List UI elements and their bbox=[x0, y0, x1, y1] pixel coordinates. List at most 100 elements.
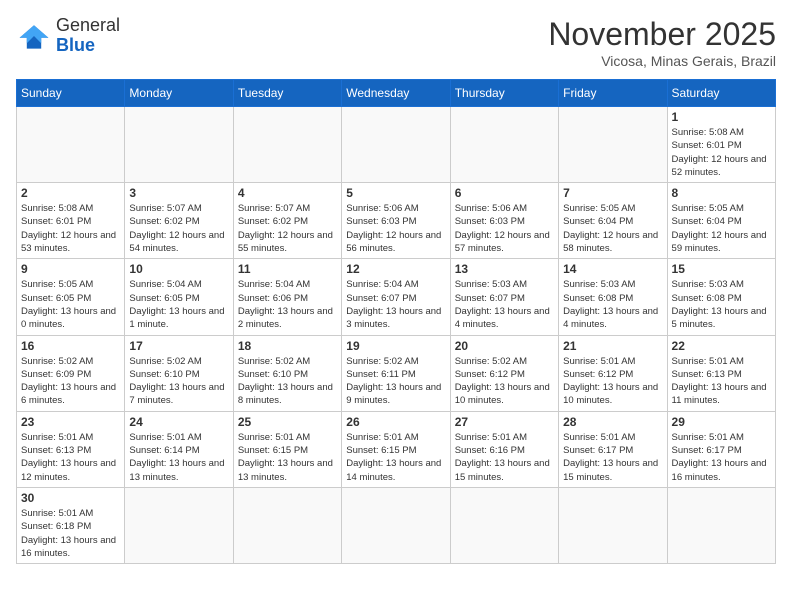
weekday-header-tuesday: Tuesday bbox=[233, 80, 341, 107]
calendar-cell: 14 Sunrise: 5:03 AM Sunset: 6:08 PM Dayli… bbox=[559, 259, 667, 335]
logo-text: General Blue bbox=[56, 16, 120, 56]
day-info: Sunrise: 5:02 AM Sunset: 6:12 PM Dayligh… bbox=[455, 355, 554, 408]
month-title: November 2025 bbox=[548, 16, 776, 53]
day-number: 15 bbox=[672, 262, 771, 276]
day-number: 18 bbox=[238, 339, 337, 353]
calendar-cell bbox=[559, 487, 667, 563]
day-info: Sunrise: 5:06 AM Sunset: 6:03 PM Dayligh… bbox=[455, 202, 554, 255]
day-info: Sunrise: 5:05 AM Sunset: 6:04 PM Dayligh… bbox=[563, 202, 662, 255]
weekday-header-monday: Monday bbox=[125, 80, 233, 107]
calendar-cell: 20 Sunrise: 5:02 AM Sunset: 6:12 PM Dayli… bbox=[450, 335, 558, 411]
day-number: 20 bbox=[455, 339, 554, 353]
calendar-cell bbox=[342, 487, 450, 563]
logo-icon bbox=[16, 18, 52, 54]
day-number: 25 bbox=[238, 415, 337, 429]
day-info: Sunrise: 5:03 AM Sunset: 6:08 PM Dayligh… bbox=[563, 278, 662, 331]
calendar-cell: 9 Sunrise: 5:05 AM Sunset: 6:05 PM Daylig… bbox=[17, 259, 125, 335]
calendar-cell: 29Sunrise: 5:01 AM Sunset: 6:17 PM Dayli… bbox=[667, 411, 775, 487]
title-block: November 2025 Vicosa, Minas Gerais, Braz… bbox=[548, 16, 776, 69]
day-number: 17 bbox=[129, 339, 228, 353]
day-number: 6 bbox=[455, 186, 554, 200]
calendar-cell: 3 Sunrise: 5:07 AM Sunset: 6:02 PM Daylig… bbox=[125, 183, 233, 259]
day-number: 3 bbox=[129, 186, 228, 200]
calendar-cell bbox=[125, 107, 233, 183]
day-info: Sunrise: 5:08 AM Sunset: 6:01 PM Dayligh… bbox=[21, 202, 120, 255]
day-number: 21 bbox=[563, 339, 662, 353]
calendar-week-6: 30 Sunrise: 5:01 AM Sunset: 6:18 PM Dayli… bbox=[17, 487, 776, 563]
calendar-cell bbox=[342, 107, 450, 183]
calendar-week-5: 23Sunrise: 5:01 AM Sunset: 6:13 PM Dayli… bbox=[17, 411, 776, 487]
weekday-header-friday: Friday bbox=[559, 80, 667, 107]
day-number: 19 bbox=[346, 339, 445, 353]
day-info: Sunrise: 5:01 AM Sunset: 6:15 PM Dayligh… bbox=[238, 431, 337, 484]
day-number: 14 bbox=[563, 262, 662, 276]
calendar-cell bbox=[450, 487, 558, 563]
calendar-cell bbox=[17, 107, 125, 183]
day-number: 30 bbox=[21, 491, 120, 505]
day-number: 10 bbox=[129, 262, 228, 276]
day-info: Sunrise: 5:01 AM Sunset: 6:12 PM Dayligh… bbox=[563, 355, 662, 408]
calendar-cell: 1Sunrise: 5:08 AM Sunset: 6:01 PM Daylig… bbox=[667, 107, 775, 183]
weekday-header-sunday: Sunday bbox=[17, 80, 125, 107]
day-number: 4 bbox=[238, 186, 337, 200]
calendar-cell bbox=[667, 487, 775, 563]
day-number: 5 bbox=[346, 186, 445, 200]
calendar-week-2: 2 Sunrise: 5:08 AM Sunset: 6:01 PM Daylig… bbox=[17, 183, 776, 259]
calendar-cell: 12 Sunrise: 5:04 AM Sunset: 6:07 PM Dayli… bbox=[342, 259, 450, 335]
logo-general: General bbox=[56, 16, 120, 36]
calendar-cell: 22Sunrise: 5:01 AM Sunset: 6:13 PM Dayli… bbox=[667, 335, 775, 411]
day-info: Sunrise: 5:04 AM Sunset: 6:07 PM Dayligh… bbox=[346, 278, 445, 331]
day-number: 12 bbox=[346, 262, 445, 276]
day-number: 26 bbox=[346, 415, 445, 429]
day-number: 28 bbox=[563, 415, 662, 429]
weekday-header-wednesday: Wednesday bbox=[342, 80, 450, 107]
day-info: Sunrise: 5:03 AM Sunset: 6:08 PM Dayligh… bbox=[672, 278, 771, 331]
day-number: 27 bbox=[455, 415, 554, 429]
day-info: Sunrise: 5:02 AM Sunset: 6:10 PM Dayligh… bbox=[129, 355, 228, 408]
day-info: Sunrise: 5:07 AM Sunset: 6:02 PM Dayligh… bbox=[129, 202, 228, 255]
day-number: 16 bbox=[21, 339, 120, 353]
day-info: Sunrise: 5:01 AM Sunset: 6:18 PM Dayligh… bbox=[21, 507, 120, 560]
day-info: Sunrise: 5:01 AM Sunset: 6:14 PM Dayligh… bbox=[129, 431, 228, 484]
calendar-cell: 25 Sunrise: 5:01 AM Sunset: 6:15 PM Dayli… bbox=[233, 411, 341, 487]
calendar-cell: 23Sunrise: 5:01 AM Sunset: 6:13 PM Dayli… bbox=[17, 411, 125, 487]
day-info: Sunrise: 5:02 AM Sunset: 6:09 PM Dayligh… bbox=[21, 355, 120, 408]
day-info: Sunrise: 5:02 AM Sunset: 6:11 PM Dayligh… bbox=[346, 355, 445, 408]
calendar-cell: 15 Sunrise: 5:03 AM Sunset: 6:08 PM Dayli… bbox=[667, 259, 775, 335]
page-header: General Blue November 2025 Vicosa, Minas… bbox=[16, 16, 776, 69]
logo-blue: Blue bbox=[56, 36, 120, 56]
calendar-cell: 7 Sunrise: 5:05 AM Sunset: 6:04 PM Daylig… bbox=[559, 183, 667, 259]
calendar-cell: 16 Sunrise: 5:02 AM Sunset: 6:09 PM Dayli… bbox=[17, 335, 125, 411]
location: Vicosa, Minas Gerais, Brazil bbox=[548, 53, 776, 69]
day-number: 7 bbox=[563, 186, 662, 200]
day-info: Sunrise: 5:05 AM Sunset: 6:04 PM Dayligh… bbox=[672, 202, 771, 255]
calendar-cell: 4 Sunrise: 5:07 AM Sunset: 6:02 PM Daylig… bbox=[233, 183, 341, 259]
logo: General Blue bbox=[16, 16, 120, 56]
day-info: Sunrise: 5:01 AM Sunset: 6:16 PM Dayligh… bbox=[455, 431, 554, 484]
day-number: 9 bbox=[21, 262, 120, 276]
day-number: 22 bbox=[672, 339, 771, 353]
day-info: Sunrise: 5:05 AM Sunset: 6:05 PM Dayligh… bbox=[21, 278, 120, 331]
day-info: Sunrise: 5:07 AM Sunset: 6:02 PM Dayligh… bbox=[238, 202, 337, 255]
calendar-cell bbox=[125, 487, 233, 563]
calendar-week-1: 1Sunrise: 5:08 AM Sunset: 6:01 PM Daylig… bbox=[17, 107, 776, 183]
calendar-cell: 19 Sunrise: 5:02 AM Sunset: 6:11 PM Dayli… bbox=[342, 335, 450, 411]
day-number: 13 bbox=[455, 262, 554, 276]
day-info: Sunrise: 5:02 AM Sunset: 6:10 PM Dayligh… bbox=[238, 355, 337, 408]
calendar-cell: 8 Sunrise: 5:05 AM Sunset: 6:04 PM Daylig… bbox=[667, 183, 775, 259]
calendar-cell bbox=[233, 487, 341, 563]
day-info: Sunrise: 5:04 AM Sunset: 6:06 PM Dayligh… bbox=[238, 278, 337, 331]
weekday-header-row: SundayMondayTuesdayWednesdayThursdayFrid… bbox=[17, 80, 776, 107]
calendar-table: SundayMondayTuesdayWednesdayThursdayFrid… bbox=[16, 79, 776, 564]
calendar-cell bbox=[559, 107, 667, 183]
weekday-header-thursday: Thursday bbox=[450, 80, 558, 107]
calendar-cell bbox=[450, 107, 558, 183]
calendar-cell bbox=[233, 107, 341, 183]
calendar-cell: 13Sunrise: 5:03 AM Sunset: 6:07 PM Dayli… bbox=[450, 259, 558, 335]
calendar-week-3: 9 Sunrise: 5:05 AM Sunset: 6:05 PM Daylig… bbox=[17, 259, 776, 335]
calendar-cell: 26Sunrise: 5:01 AM Sunset: 6:15 PM Dayli… bbox=[342, 411, 450, 487]
day-number: 8 bbox=[672, 186, 771, 200]
day-number: 2 bbox=[21, 186, 120, 200]
day-info: Sunrise: 5:01 AM Sunset: 6:17 PM Dayligh… bbox=[563, 431, 662, 484]
day-number: 24 bbox=[129, 415, 228, 429]
